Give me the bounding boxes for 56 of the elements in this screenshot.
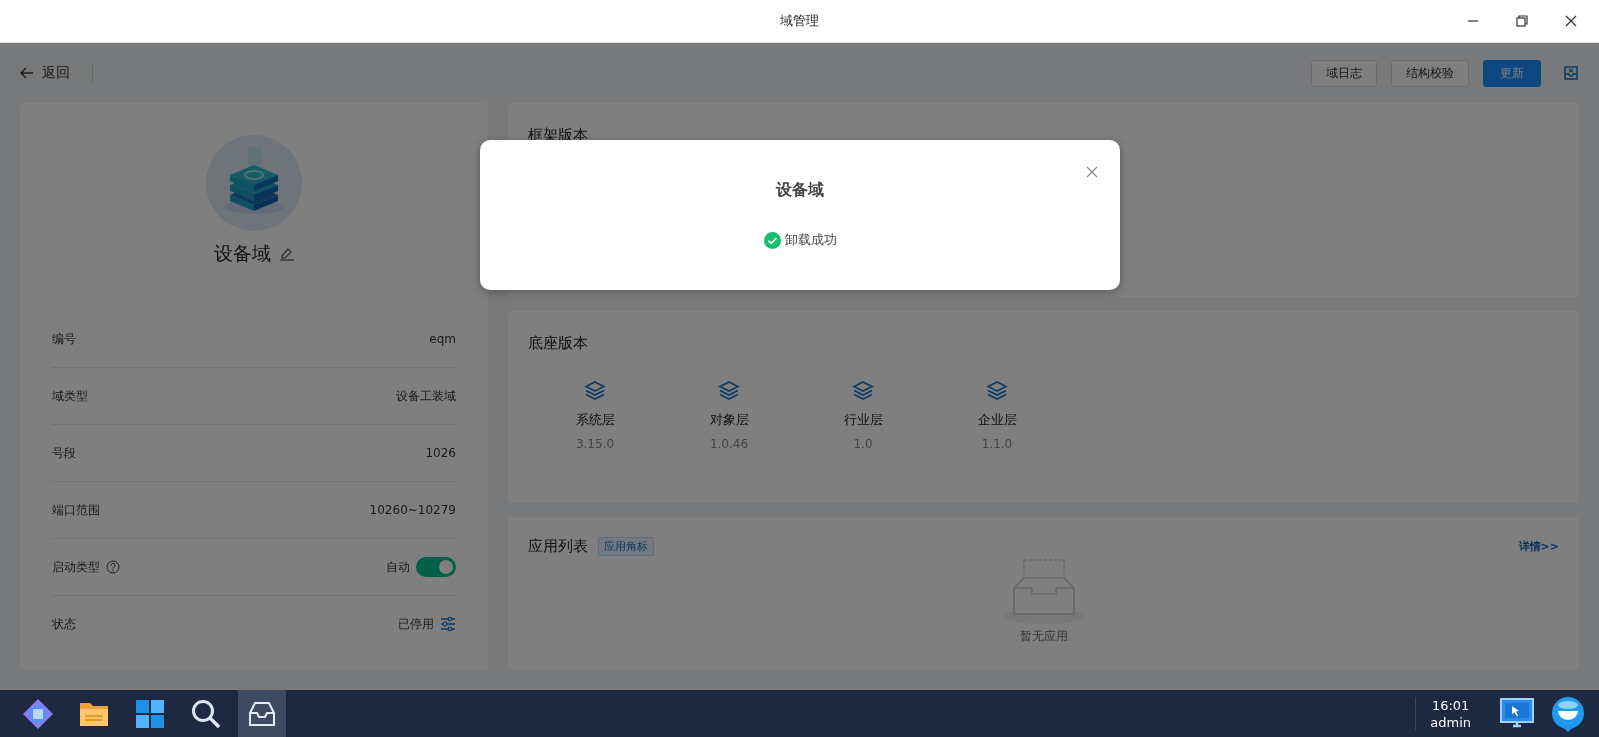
field-label: 状态: [52, 615, 76, 633]
layers-icon: [986, 381, 1008, 401]
layers-icon: [718, 381, 740, 401]
toolbar-button[interactable]: 结构校验: [1391, 59, 1469, 87]
clock-time: 16:01: [1431, 696, 1470, 714]
close-icon[interactable]: [1565, 15, 1577, 27]
back-arrow-icon: [20, 67, 34, 79]
layer-name: 企业层: [977, 411, 1017, 429]
field-value: eqm: [429, 332, 456, 346]
layer-version: 3.15.0: [575, 437, 615, 451]
window-title: 域管理: [780, 12, 819, 30]
field-label: 域类型: [52, 387, 88, 405]
field-value: 已停用: [398, 615, 434, 633]
chat-bubble-icon[interactable]: [1549, 694, 1587, 733]
field-value: 设备工装域: [396, 387, 456, 405]
domain-name: 设备域: [213, 241, 271, 266]
section-title: 应用列表: [528, 537, 588, 556]
toggle-switch[interactable]: [416, 557, 456, 577]
sliders-icon[interactable]: [440, 617, 456, 631]
update-button[interactable]: 更新: [1483, 59, 1541, 87]
inbox-icon: [248, 700, 276, 727]
back-button[interactable]: 返回: [20, 64, 70, 82]
dialog-title: 设备域: [776, 180, 824, 201]
dialog-message: 卸载成功: [784, 231, 837, 249]
field-label: 号段: [52, 444, 76, 462]
help-icon[interactable]: [106, 560, 120, 574]
grid-icon: [135, 698, 165, 729]
layers-icon: [852, 381, 874, 401]
field-label: 端口范围: [52, 501, 100, 519]
layers-icon: [584, 381, 606, 401]
details-link[interactable]: 详情>>: [1518, 539, 1559, 554]
search-icon: [191, 698, 221, 729]
toolbar-button[interactable]: 域日志: [1311, 59, 1377, 87]
restore-icon[interactable]: [1516, 15, 1528, 27]
diamond-logo-icon: [22, 697, 54, 730]
edit-icon[interactable]: [278, 247, 295, 261]
empty-text: 暂无应用: [1019, 628, 1068, 645]
field-value: 1026: [425, 446, 456, 460]
layer-version: 1.1.0: [981, 437, 1013, 451]
field-label: 启动类型: [52, 558, 100, 576]
empty-tray-icon: [1001, 558, 1086, 624]
inbox-icon[interactable]: [1563, 65, 1579, 81]
server-stack-icon: [206, 135, 302, 231]
user-name: admin: [1430, 713, 1471, 731]
inbox-button[interactable]: [238, 690, 286, 737]
layer-name: 行业层: [843, 411, 883, 429]
layer-version: 1.0.46: [709, 437, 749, 451]
field-value: 10260~10279: [369, 503, 456, 517]
section-title: 底座版本: [528, 334, 588, 352]
tag: 应用角标: [598, 537, 654, 556]
layer-name: 对象层: [709, 411, 749, 429]
success-check-icon: [763, 231, 781, 249]
field-label: 编号: [52, 330, 76, 348]
layer-name: 系统层: [575, 411, 615, 429]
field-value: 自动: [386, 558, 410, 576]
layer-version: 1.0: [853, 437, 873, 451]
